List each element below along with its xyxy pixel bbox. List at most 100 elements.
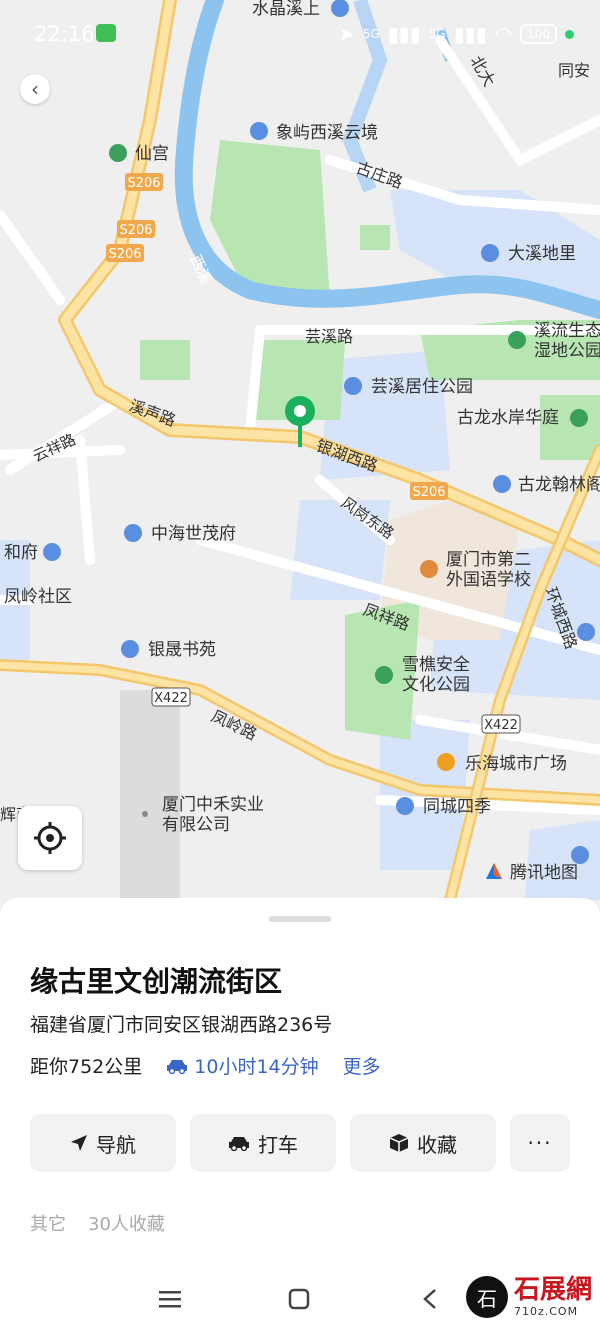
label-lehai: 乐海城市广场	[465, 754, 567, 774]
drive-time-text: 10小时14分钟	[194, 1056, 319, 1078]
label-zhonghe-2: 有限公司	[162, 815, 230, 835]
distance-text: 距你752公里	[30, 1056, 143, 1078]
more-actions-button[interactable]: ···	[510, 1114, 570, 1172]
tencent-map-logo: 腾讯地图	[484, 858, 578, 883]
place-title: 缘古里文创潮流街区	[30, 965, 283, 998]
drag-handle[interactable]	[269, 916, 331, 922]
brand-seal-icon: 石	[465, 1276, 508, 1318]
wifi-icon: ◠	[494, 22, 513, 46]
more-dots-icon: ···	[527, 1131, 553, 1155]
park-poi-icon	[508, 331, 526, 349]
shield-s206-c: S206	[106, 244, 144, 262]
favorite-label: 收藏	[417, 1132, 457, 1157]
label-yunxi: 芸溪路	[305, 327, 353, 346]
navigate-button[interactable]: 导航	[30, 1114, 176, 1172]
box-icon	[389, 1134, 409, 1152]
svg-text:X422: X422	[484, 718, 518, 733]
label-yinsheng: 银晟书苑	[148, 640, 216, 660]
label-school-2: 外国语学校	[446, 570, 531, 590]
home-poi-icon	[43, 543, 61, 561]
svg-text:S206: S206	[108, 247, 141, 262]
label-gulong-han: 古龙翰林阁	[518, 475, 600, 495]
crosshair-icon	[34, 822, 66, 854]
home-poi-icon	[344, 377, 362, 395]
privacy-dot	[565, 29, 574, 39]
label-gulong-shui: 古龙水岸华庭	[457, 408, 559, 428]
home-poi-icon	[493, 475, 511, 493]
more-link[interactable]: 更多	[343, 1052, 381, 1079]
home-poi-icon	[481, 244, 499, 262]
taxi-button[interactable]: 打车	[190, 1114, 336, 1172]
brand-text: 石展網 710z.COM	[514, 1277, 592, 1317]
shield-x422-b: X422	[481, 714, 521, 734]
network-5g-1: 5G	[362, 27, 380, 41]
label-zhonghe-1: 厦门中禾实业	[162, 795, 264, 815]
home-poi-icon	[124, 524, 142, 542]
brand-name: 石展網	[513, 1275, 592, 1305]
label-fengling-sq: 凤岭社区	[4, 587, 72, 607]
label-zhonghai: 中海世茂府	[151, 524, 236, 544]
status-time: 22:16	[34, 22, 95, 46]
meta-row: 其它 30人收藏	[30, 1210, 165, 1236]
navigate-label: 导航	[96, 1132, 136, 1157]
park-poi-icon	[570, 409, 588, 427]
svg-text:X422: X422	[154, 691, 188, 706]
label-xianggong: 仙宫	[135, 144, 169, 164]
tencent-map-label: 腾讯地图	[510, 863, 578, 883]
home-poi-icon	[396, 797, 414, 815]
map-view[interactable]: S206 S206 S206 S206 X422 X422 水晶溪上 同安 北大…	[0, 0, 600, 920]
svg-text:S206: S206	[412, 485, 445, 500]
park-poi-icon	[375, 666, 393, 684]
square-icon	[288, 1288, 310, 1310]
favorite-button[interactable]: 收藏	[350, 1114, 496, 1172]
school-poi-icon	[420, 560, 438, 578]
shield-s206-a: S206	[125, 173, 163, 191]
taxi-label: 打车	[258, 1132, 298, 1157]
favorites-count: 30人收藏	[88, 1214, 165, 1235]
back-button[interactable]: ‹	[20, 74, 50, 104]
label-xueqiao-1: 雪樵安全	[402, 655, 470, 675]
menu-button[interactable]	[155, 1284, 185, 1314]
car-icon	[167, 1059, 188, 1074]
status-icons: ➤ 5G ▮▮▮ 5G ▮▮▮ ◠ 100	[338, 22, 574, 46]
drive-time[interactable]: 10小时14分钟	[166, 1052, 319, 1079]
network-5g-2: 5G	[428, 27, 446, 41]
signal-icon: ▮▮▮	[387, 22, 421, 46]
brand-glyph: 石	[476, 1286, 497, 1311]
shield-x422-a: X422	[151, 687, 191, 707]
shopping-poi-icon	[437, 753, 455, 771]
label-tongcheng: 同城四季	[423, 797, 491, 817]
location-arrow-icon: ➤	[337, 22, 355, 46]
tencent-map-icon	[486, 862, 502, 879]
my-location-button[interactable]	[18, 806, 82, 870]
navigation-arrow-icon	[71, 1135, 87, 1151]
label-xiliu-1: 溪流生态	[534, 321, 600, 341]
label-yunxi-park: 芸溪居住公园	[371, 377, 473, 397]
status-bar: 22:16 ➤ 5G ▮▮▮ 5G ▮▮▮ ◠ 100	[0, 0, 600, 70]
home-poi-icon	[121, 640, 139, 658]
back-nav-button[interactable]	[415, 1284, 445, 1314]
wechat-icon	[96, 24, 116, 42]
shield-s206-d: S206	[410, 482, 448, 500]
place-info-row: 距你752公里 10小时14分钟 更多	[30, 1052, 381, 1079]
brand-url: 710z.COM	[513, 1305, 579, 1318]
camera-poi-icon	[109, 144, 127, 162]
label-school-1: 厦门市第二	[446, 550, 531, 570]
category-text: 其它	[30, 1214, 66, 1235]
place-address: 福建省厦门市同安区银湖西路236号	[30, 1014, 333, 1036]
home-poi-icon	[250, 122, 268, 140]
action-buttons: 导航 打车 收藏 ···	[30, 1114, 570, 1172]
car-icon	[229, 1137, 249, 1151]
home-button[interactable]	[284, 1284, 314, 1314]
home-poi-icon	[577, 623, 595, 641]
signal-icon: ▮▮▮	[453, 22, 487, 46]
label-xueqiao-2: 文化公园	[402, 675, 470, 695]
label-xiliu-2: 湿地公园	[534, 341, 600, 361]
brand-logo: 石 石展網 710z.COM	[465, 1276, 592, 1318]
label-xiangyu: 象屿西溪云境	[276, 123, 378, 143]
label-daxi: 大溪地里	[508, 244, 576, 264]
menu-icon	[159, 1291, 181, 1308]
svg-text:S206: S206	[127, 176, 160, 191]
back-arrow-icon	[423, 1289, 436, 1309]
shield-s206-b: S206	[117, 220, 155, 238]
